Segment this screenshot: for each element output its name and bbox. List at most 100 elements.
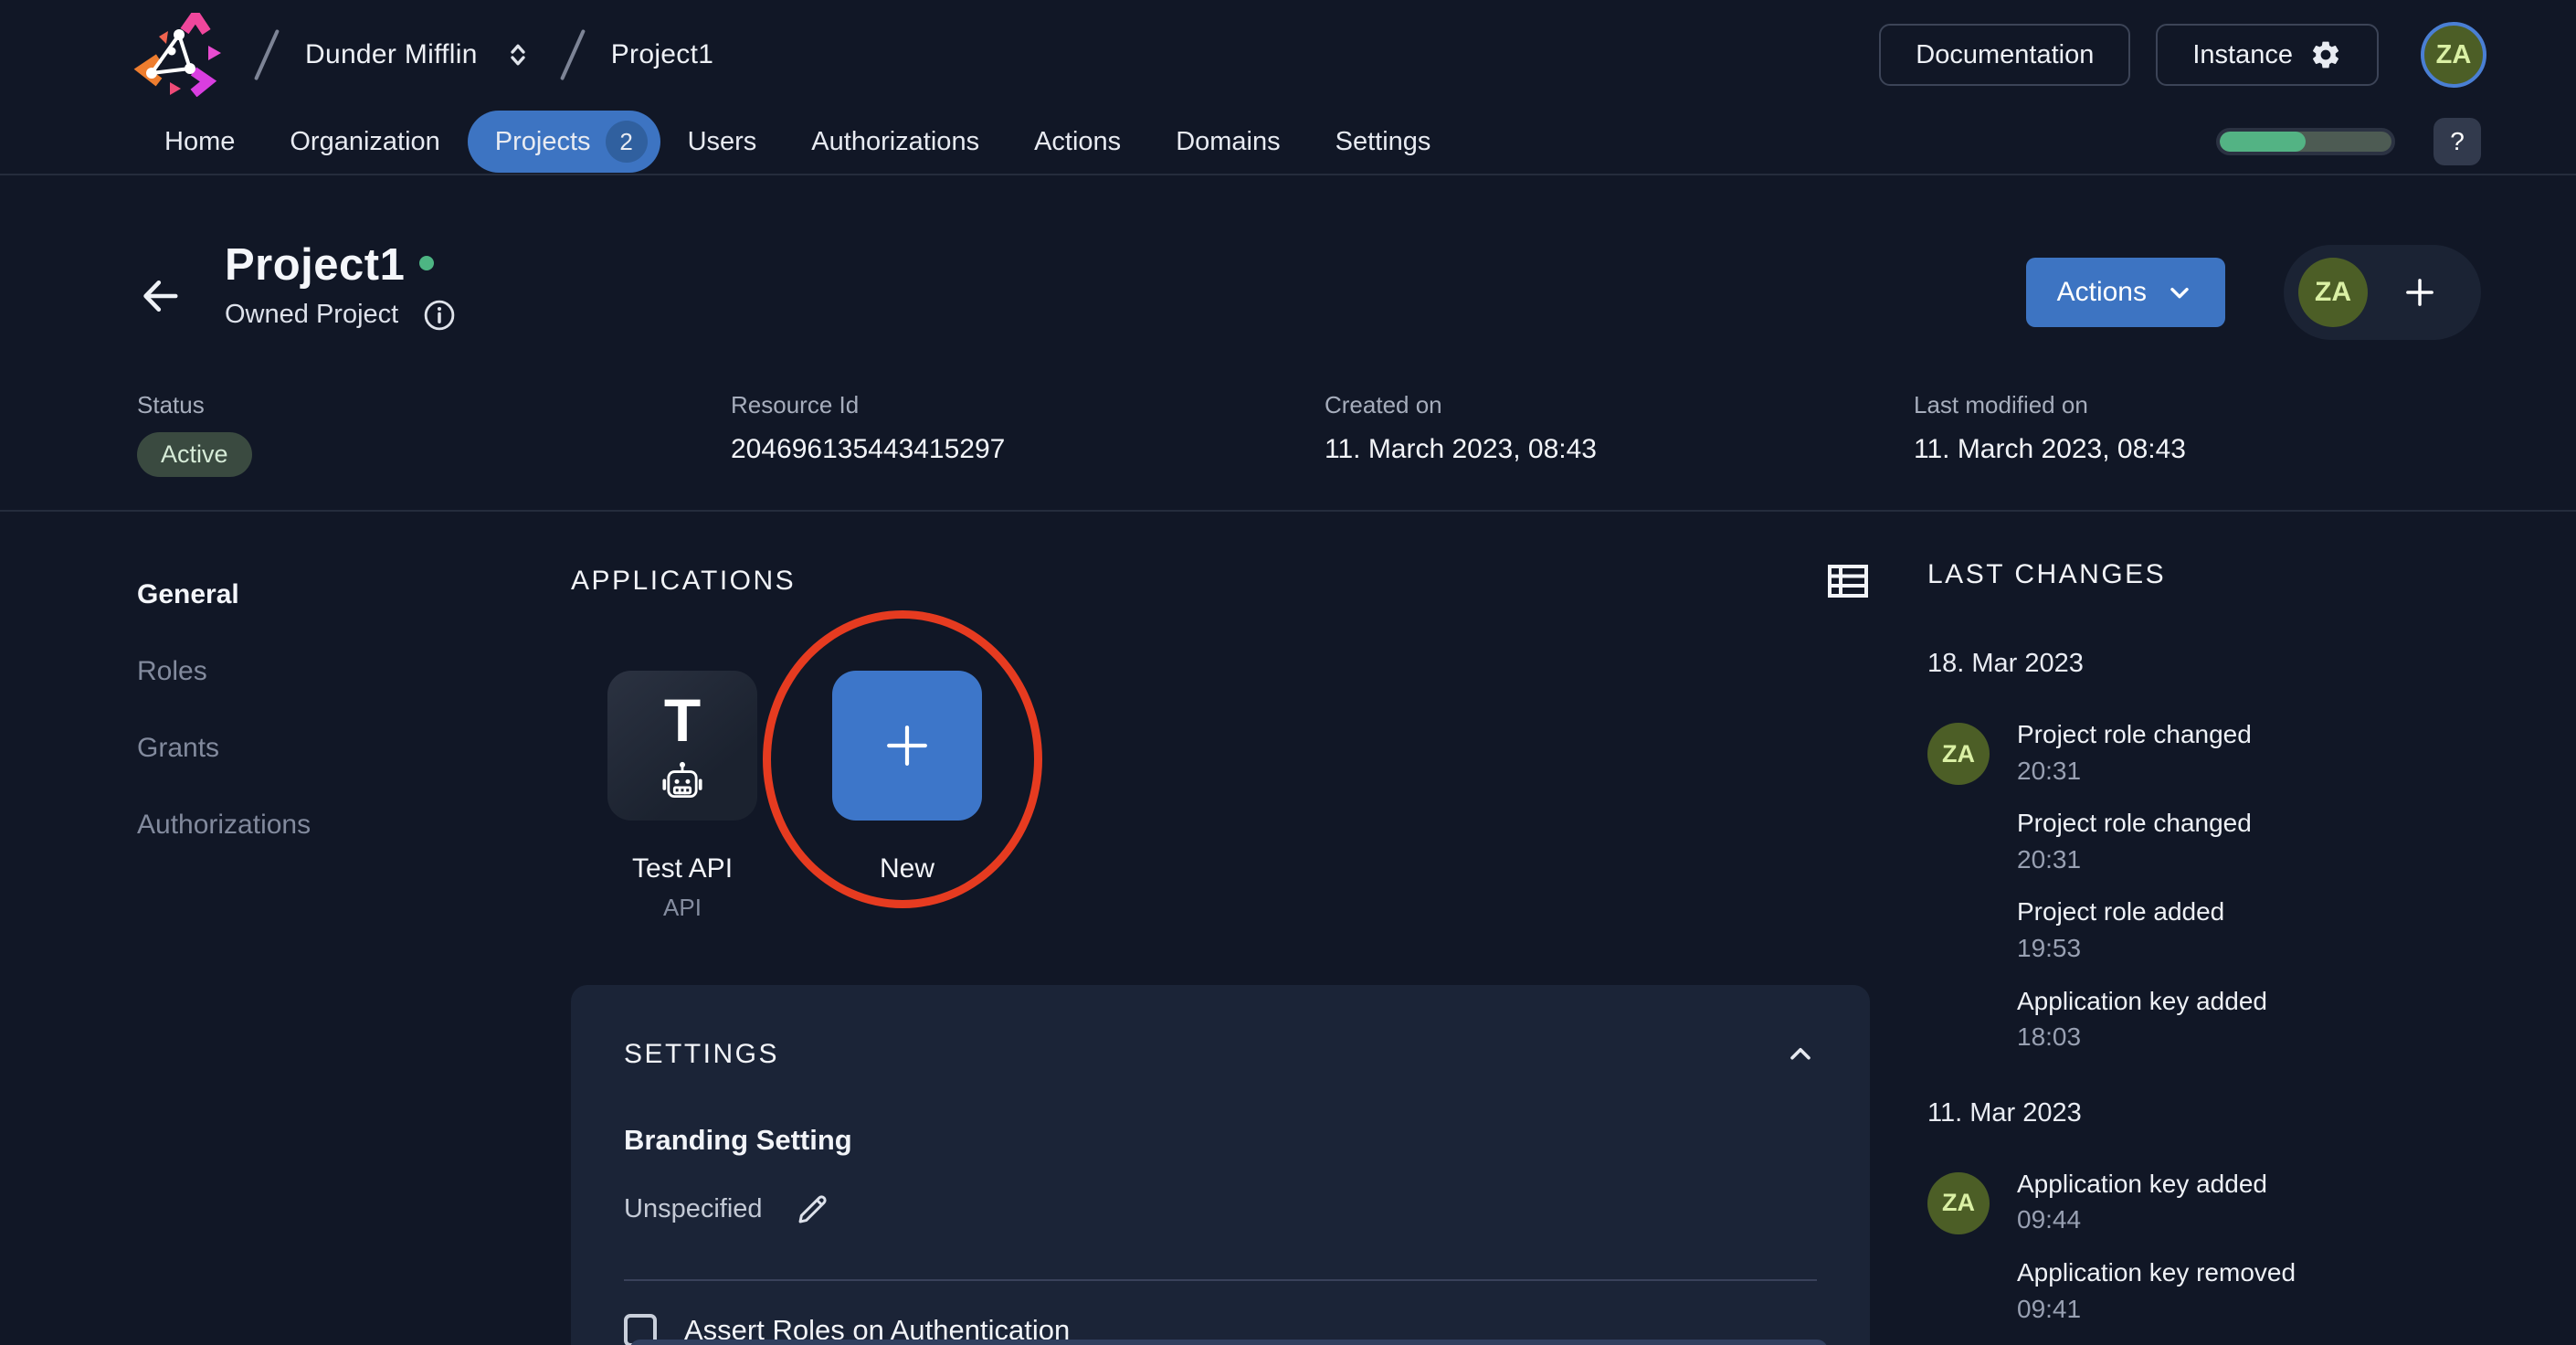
main-nav: Home Organization Projects 2 Users Autho… (0, 110, 2576, 175)
application-type: API (663, 894, 702, 921)
meta-status: Status Active (137, 391, 252, 477)
org-name: Dunder Mifflin (305, 39, 478, 69)
page-title: Project1 (225, 240, 406, 290)
change-author-avatar: ZA (1927, 723, 1990, 785)
zitadel-console: Dunder Mifflin Project1 Documentation In… (0, 0, 2576, 1345)
tab-home[interactable]: Home (137, 116, 262, 168)
new-application-tile[interactable] (832, 671, 982, 821)
breadcrumb-separator (253, 28, 280, 81)
contributors-group[interactable]: ZA (2284, 245, 2481, 340)
tab-users[interactable]: Users (660, 116, 785, 168)
branding-setting-value: Unspecified (624, 1193, 763, 1223)
created-on-value: 11. March 2023, 08:43 (1325, 434, 1597, 464)
user-avatar[interactable]: ZA (2421, 22, 2486, 88)
add-contributor-icon[interactable] (2401, 273, 2439, 312)
title-block: Project1 Owned Project (225, 240, 457, 333)
back-arrow-icon (143, 280, 178, 312)
sidenav-item-general[interactable]: General (137, 579, 311, 610)
meta-created-on-label: Created on (1325, 391, 1442, 418)
change-action: Application key added (2017, 986, 2267, 1015)
change-author-avatar: ZA (1927, 1171, 1990, 1234)
usage-progress-bar (2216, 128, 2395, 155)
help-button[interactable]: ? (2433, 118, 2481, 165)
sidenav-item-roles[interactable]: Roles (137, 656, 311, 687)
change-entry[interactable]: Application key added 18:03 (2017, 986, 2536, 1053)
instance-button[interactable]: Instance (2156, 24, 2379, 86)
meta-resource-id-label: Resource Id (731, 391, 860, 418)
new-application-label: New (879, 853, 934, 884)
change-action: Project role added (2017, 897, 2225, 927)
new-application-card[interactable]: New (832, 671, 982, 922)
chevron-up-icon (1790, 1047, 1811, 1060)
next-setting-row-peek (629, 1340, 1828, 1345)
table-view-icon (1828, 565, 1868, 598)
application-monogram: T (663, 686, 702, 754)
change-entry[interactable]: Application key added 09:44 (2017, 1169, 2536, 1235)
instance-label: Instance (2192, 39, 2293, 69)
settings-divider (624, 1279, 1817, 1281)
settings-card: SETTINGS Branding Setting Unspecified As… (571, 985, 1870, 1345)
gear-icon (2312, 41, 2339, 69)
actions-dropdown-button[interactable]: Actions (2025, 258, 2225, 327)
plus-icon (887, 725, 927, 766)
change-entry[interactable]: Project role added 19:53 (2017, 896, 2536, 963)
change-time: 09:44 (2017, 1205, 2082, 1234)
application-name: Test API (631, 853, 734, 884)
change-time: 19:53 (2017, 933, 2082, 962)
change-entry[interactable]: Project role changed 20:31 (2017, 719, 2536, 786)
sidenav-item-grants[interactable]: Grants (137, 733, 311, 764)
application-tile[interactable]: T (607, 671, 757, 821)
top-bar: Dunder Mifflin Project1 Documentation In… (0, 0, 2576, 110)
project-sidenav: General Roles Grants Authorizations (137, 579, 311, 841)
status-badge: Active (137, 432, 252, 477)
project-type-label: Owned Project (225, 300, 399, 330)
project-active-dot (419, 256, 435, 270)
org-switcher[interactable]: Dunder Mifflin (305, 38, 534, 71)
tab-actions[interactable]: Actions (1007, 116, 1148, 168)
last-changes-title: LAST CHANGES (1927, 559, 2167, 589)
change-action: Application key added (2017, 1169, 2267, 1198)
chevron-down-icon (2170, 287, 2189, 299)
change-date: 18. Mar 2023 (1927, 649, 2084, 678)
projects-count-badge: 2 (605, 121, 648, 163)
last-changes-panel: LAST CHANGES 18. Mar 2023 ZA Project rol… (1927, 512, 2536, 1345)
meta-last-modified: Last modified on 11. March 2023, 08:43 (1914, 391, 2186, 465)
tab-authorizations[interactable]: Authorizations (784, 116, 1007, 168)
resource-id-value: 204696135443415297 (731, 434, 1006, 464)
edit-branding-button[interactable] (794, 1190, 832, 1228)
breadcrumb-project[interactable]: Project1 (611, 39, 713, 70)
documentation-label: Documentation (1916, 39, 2095, 69)
tab-projects[interactable]: Projects 2 (467, 111, 660, 173)
change-time: 18:03 (2017, 1022, 2082, 1052)
change-action: Application key removed (2017, 1257, 2296, 1287)
settings-collapse-button[interactable] (1784, 1038, 1817, 1071)
applications-table-view-button[interactable] (1826, 559, 1870, 603)
actions-label: Actions (2056, 277, 2147, 307)
tab-settings[interactable]: Settings (1308, 116, 1459, 168)
meta-created-on: Created on 11. March 2023, 08:43 (1325, 391, 1597, 465)
documentation-button[interactable]: Documentation (1879, 24, 2131, 86)
last-modified-value: 11. March 2023, 08:43 (1914, 434, 2186, 464)
tab-organization[interactable]: Organization (262, 116, 467, 168)
project-content: General Roles Grants Authorizations APPL… (0, 512, 2576, 1345)
meta-resource-id: Resource Id 204696135443415297 (731, 391, 1005, 465)
branding-setting-label: Branding Setting (624, 1124, 852, 1156)
api-robot-icon (662, 761, 702, 799)
change-time: 20:31 (2017, 844, 2082, 874)
applications-section-title: APPLICATIONS (571, 566, 797, 596)
meta-last-modified-label: Last modified on (1914, 391, 2088, 418)
breadcrumb-separator (559, 28, 586, 81)
sidenav-item-authorizations[interactable]: Authorizations (137, 810, 311, 841)
applications-grid: T Test API API New (571, 671, 1870, 922)
change-time: 09:41 (2017, 1294, 2082, 1323)
back-button[interactable] (137, 272, 185, 320)
pencil-icon (798, 1195, 827, 1223)
change-date: 11. Mar 2023 (1927, 1097, 2082, 1128)
application-card-test-api[interactable]: T Test API API (607, 671, 757, 922)
change-entry[interactable]: Application key removed 09:41 (2017, 1257, 2536, 1324)
info-icon[interactable] (422, 298, 457, 333)
tab-domains[interactable]: Domains (1148, 116, 1307, 168)
zitadel-logo[interactable] (133, 13, 228, 97)
change-entry[interactable]: Project role changed 20:31 (2017, 808, 2536, 874)
contributor-avatar[interactable]: ZA (2298, 258, 2368, 327)
